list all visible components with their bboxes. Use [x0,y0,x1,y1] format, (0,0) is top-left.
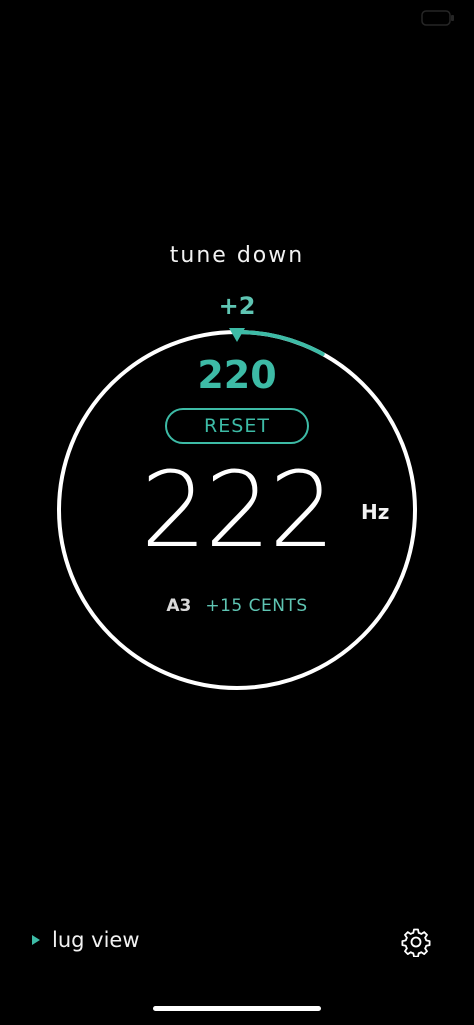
lug-view-label: lug view [52,928,140,952]
pitch-pointer-icon [229,328,245,342]
pitch-arc [235,330,325,356]
tuning-instruction: tune down [169,243,305,268]
reset-button[interactable]: RESET [165,408,309,444]
cents-offset: +15 CENTS [205,596,308,616]
home-indicator[interactable] [153,1006,321,1011]
status-bar [0,0,474,36]
pitch-offset: +2 [218,292,256,320]
frequency-unit: Hz [361,500,390,524]
target-frequency: 220 [197,353,277,397]
play-icon [32,935,40,945]
note-readout: A3 +15 CENTS [0,596,474,616]
gear-icon[interactable] [401,927,431,957]
lug-view-button[interactable]: lug view [32,928,140,952]
tuner-screen: tune down +2 220 RESET 222 Hz A3 +15 CEN… [0,0,474,1025]
current-frequency: 222 [140,449,336,571]
battery-icon [421,10,454,26]
note-name: A3 [166,596,192,616]
